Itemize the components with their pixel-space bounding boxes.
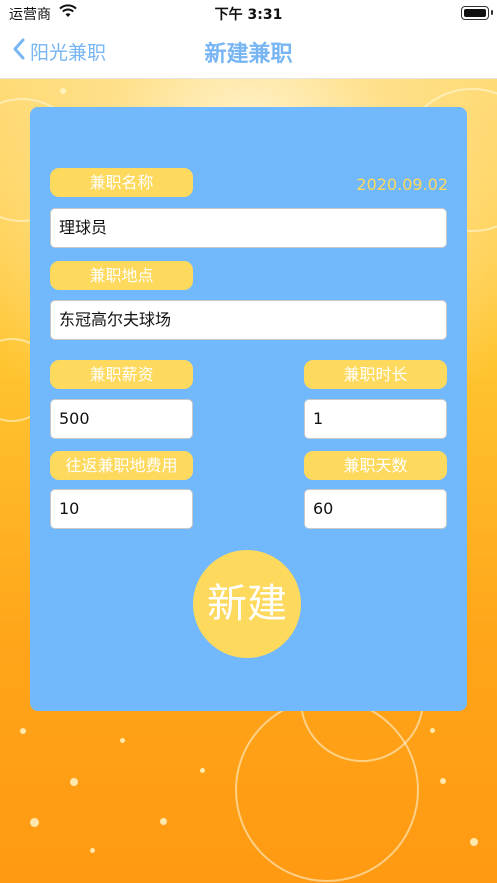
status-bar: 运营商 下午 3:31 (0, 0, 497, 26)
job-location-input[interactable]: 东冠高尔夫球场 (50, 300, 447, 340)
job-days-input[interactable]: 60 (304, 489, 447, 529)
job-duration-input[interactable]: 1 (304, 399, 447, 439)
travel-cost-label: 往返兼职地费用 (50, 451, 193, 480)
job-salary-label: 兼职薪资 (50, 360, 193, 389)
job-days-label: 兼职天数 (304, 451, 447, 480)
job-name-input[interactable]: 理球员 (50, 208, 447, 248)
job-duration-label: 兼职时长 (304, 360, 447, 389)
job-form-card: 兼职名称 2020.09.02 理球员 兼职地点 东冠高尔夫球场 兼职薪资 兼职… (30, 107, 467, 711)
create-button[interactable]: 新建 (193, 550, 301, 658)
date-label: 2020.09.02 (356, 175, 448, 194)
battery-tip (491, 10, 493, 15)
job-name-label: 兼职名称 (50, 168, 193, 197)
navigation-bar: 阳光兼职 新建兼职 (0, 26, 497, 79)
status-time: 下午 3:31 (214, 7, 283, 23)
page-title: 新建兼职 (204, 42, 293, 67)
job-salary-input[interactable]: 500 (50, 399, 193, 439)
battery-icon (461, 6, 489, 20)
job-location-label: 兼职地点 (50, 261, 193, 290)
travel-cost-input[interactable]: 10 (50, 489, 193, 529)
